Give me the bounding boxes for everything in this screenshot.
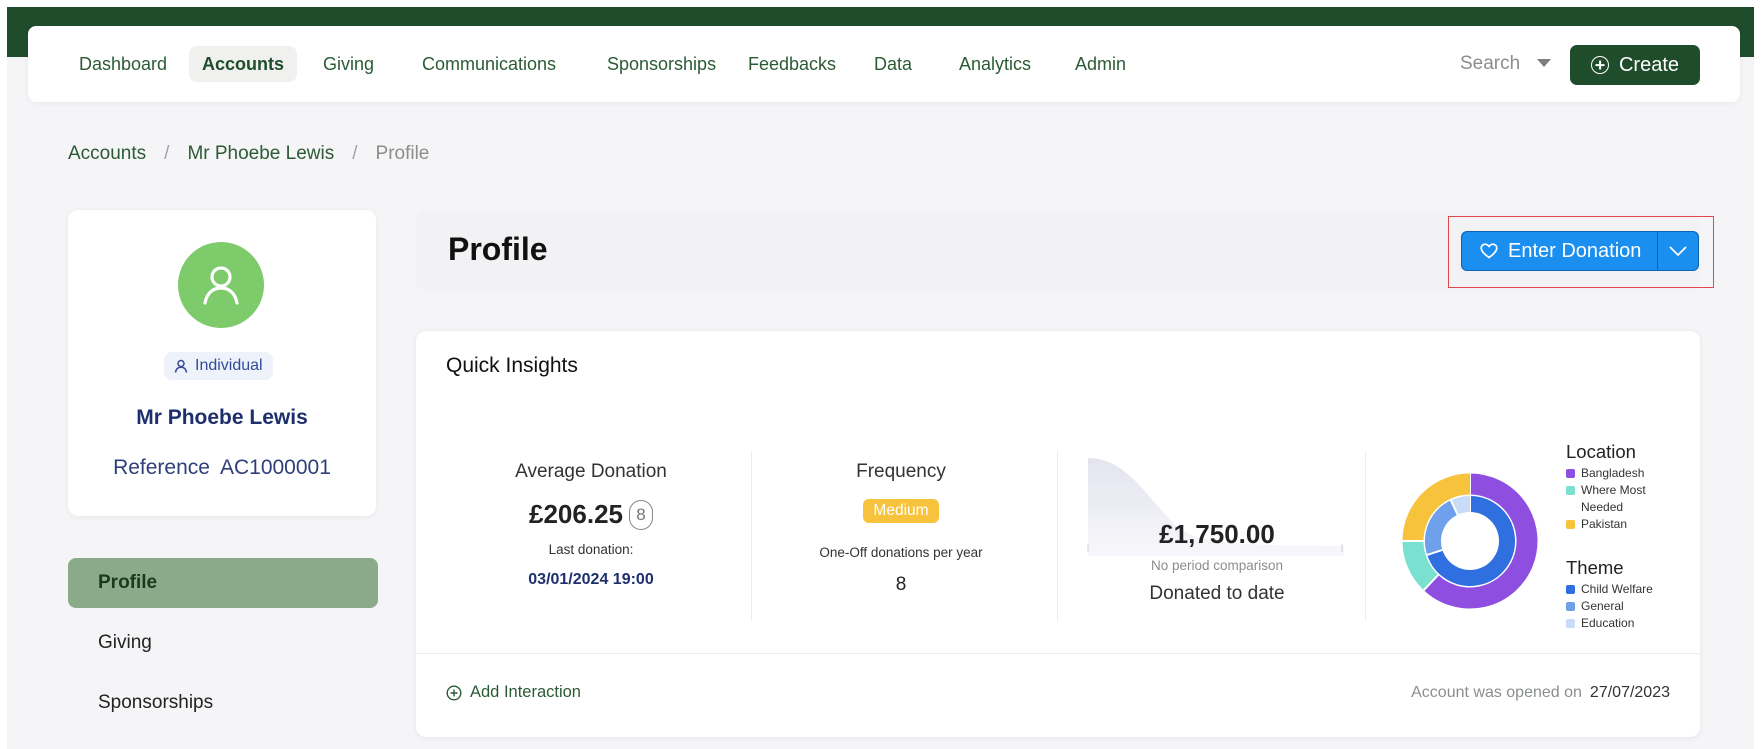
legend-swatch: [1566, 486, 1575, 495]
create-button[interactable]: Create: [1570, 45, 1700, 85]
account-type-badge: Individual: [164, 352, 273, 380]
sidebar-item-profile[interactable]: Profile: [68, 558, 378, 608]
nav-item-communications[interactable]: Communications: [409, 46, 569, 82]
theme-legend: Theme Child Welfare General Education: [1566, 557, 1686, 632]
legend-item: Child Welfare: [1566, 581, 1686, 598]
divider: [1365, 451, 1366, 621]
last-donation-date: 03/01/2024 19:00: [528, 571, 654, 588]
account-opened-date: 27/07/2023: [1589, 684, 1670, 701]
divider: [751, 451, 752, 621]
top-navbar: Dashboard Accounts Giving Communications…: [28, 26, 1740, 102]
divider: [1057, 451, 1058, 621]
add-interaction-label: Add Interaction: [470, 683, 581, 701]
account-opened-label: Account was opened on: [1411, 684, 1582, 701]
average-donation-value: £206.25: [529, 499, 623, 529]
plus-circle-icon: [446, 684, 462, 701]
nav-item-sponsorships[interactable]: Sponsorships: [594, 46, 729, 82]
nav-item-dashboard[interactable]: Dashboard: [66, 46, 180, 82]
theme-legend-title: Theme: [1566, 557, 1624, 578]
frequency-value: 8: [895, 574, 907, 595]
legend-swatch: [1566, 585, 1575, 594]
location-legend: Location Bangladesh Where Most Needed Pa…: [1566, 441, 1686, 533]
quick-insights-card: Quick Insights Average Donation £206.25 8…: [416, 331, 1700, 737]
breadcrumb-separator: /: [164, 143, 170, 164]
legend-swatch: [1566, 520, 1575, 529]
reference-value: AC1000001: [219, 456, 331, 479]
breadcrumb-account-name[interactable]: Mr Phoebe Lewis: [187, 143, 334, 165]
legend-label: Bangladesh: [1581, 466, 1645, 480]
breadcrumb: Accounts / Mr Phoebe Lewis / Profile: [68, 143, 429, 165]
nav-item-analytics[interactable]: Analytics: [946, 46, 1044, 82]
create-button-label: Create: [1618, 53, 1680, 76]
nav-item-feedbacks[interactable]: Feedbacks: [735, 46, 849, 82]
frequency-stat: Frequency Medium One-Off donations per y…: [766, 461, 1036, 596]
donation-dropdown-toggle[interactable]: [1658, 232, 1698, 270]
donation-count-badge: 8: [628, 500, 653, 530]
enter-donation-label: Enter Donation: [1508, 239, 1642, 262]
legend-label: Education: [1581, 616, 1635, 630]
frequency-label: Frequency: [856, 461, 946, 482]
card-divider: [416, 653, 1700, 654]
user-icon: [174, 359, 188, 373]
period-comparison-text: No period comparison: [1150, 558, 1284, 573]
caret-down-icon[interactable]: [1537, 59, 1551, 67]
donated-to-date-value: £1,750.00: [1159, 519, 1275, 549]
donated-to-date-stat: £1,750.00 No period comparison Donated t…: [1072, 519, 1362, 605]
breadcrumb-current: Profile: [375, 143, 430, 164]
quick-insights-title: Quick Insights: [446, 354, 578, 377]
reference-label: Reference: [113, 456, 210, 479]
legend-item: Where Most Needed: [1566, 482, 1686, 516]
location-legend-title: Location: [1566, 441, 1636, 462]
legend-label: Pakistan: [1581, 517, 1628, 531]
legend-label: Child Welfare: [1581, 582, 1653, 596]
average-donation-stat: Average Donation £206.25 8 Last donation:…: [456, 461, 726, 589]
frequency-sub-label: One-Off donations per year: [819, 545, 983, 560]
sidebar-item-giving[interactable]: Giving: [68, 618, 378, 668]
legend-swatch: [1566, 619, 1575, 628]
account-reference: Reference AC1000001: [68, 456, 376, 480]
chevron-down-icon: [1669, 246, 1687, 256]
nav-item-giving[interactable]: Giving: [310, 46, 387, 82]
donated-to-date-label: Donated to date: [1149, 583, 1285, 604]
average-donation-value-row: £206.25 8: [456, 499, 726, 530]
legend-item: Pakistan: [1566, 516, 1686, 533]
legend-swatch: [1566, 469, 1575, 478]
account-opened-info: Account was opened on 27/07/2023: [1411, 684, 1670, 702]
breadcrumb-separator: /: [352, 143, 358, 164]
heart-icon: [1480, 243, 1498, 259]
donut-slice-education: [1450, 496, 1471, 515]
legend-item: General: [1566, 598, 1686, 615]
nav-item-admin[interactable]: Admin: [1062, 46, 1139, 82]
enter-donation-button[interactable]: Enter Donation: [1461, 231, 1699, 271]
legend-label: General: [1581, 599, 1624, 613]
account-name: Mr Phoebe Lewis: [136, 406, 308, 429]
legend-item: Bangladesh: [1566, 465, 1686, 482]
avatar: [178, 242, 264, 328]
user-icon: [203, 266, 239, 305]
nav-item-accounts[interactable]: Accounts: [189, 46, 298, 82]
nav-item-data[interactable]: Data: [861, 46, 925, 82]
legend-swatch: [1566, 602, 1575, 611]
add-interaction-link[interactable]: Add Interaction: [446, 683, 581, 702]
donut-slice-general: [1425, 500, 1459, 555]
enter-donation-main[interactable]: Enter Donation: [1462, 232, 1658, 270]
search-dropdown[interactable]: Search: [1460, 46, 1520, 82]
breadcrumb-accounts[interactable]: Accounts: [68, 143, 146, 165]
page-title: Profile: [448, 231, 548, 267]
profile-card: Individual Mr Phoebe Lewis Reference AC10…: [68, 210, 376, 516]
legend-item: Education: [1566, 615, 1686, 632]
sidebar-item-sponsorships[interactable]: Sponsorships: [68, 678, 378, 728]
breakdown-donut-chart: [1402, 473, 1538, 609]
account-type-label: Individual: [195, 357, 263, 374]
average-donation-label: Average Donation: [515, 461, 667, 482]
last-donation-label: Last donation:: [548, 542, 634, 557]
frequency-badge: Medium: [863, 499, 939, 523]
plus-circle-icon: [1590, 56, 1609, 74]
legend-label: Where Most Needed: [1581, 483, 1646, 514]
